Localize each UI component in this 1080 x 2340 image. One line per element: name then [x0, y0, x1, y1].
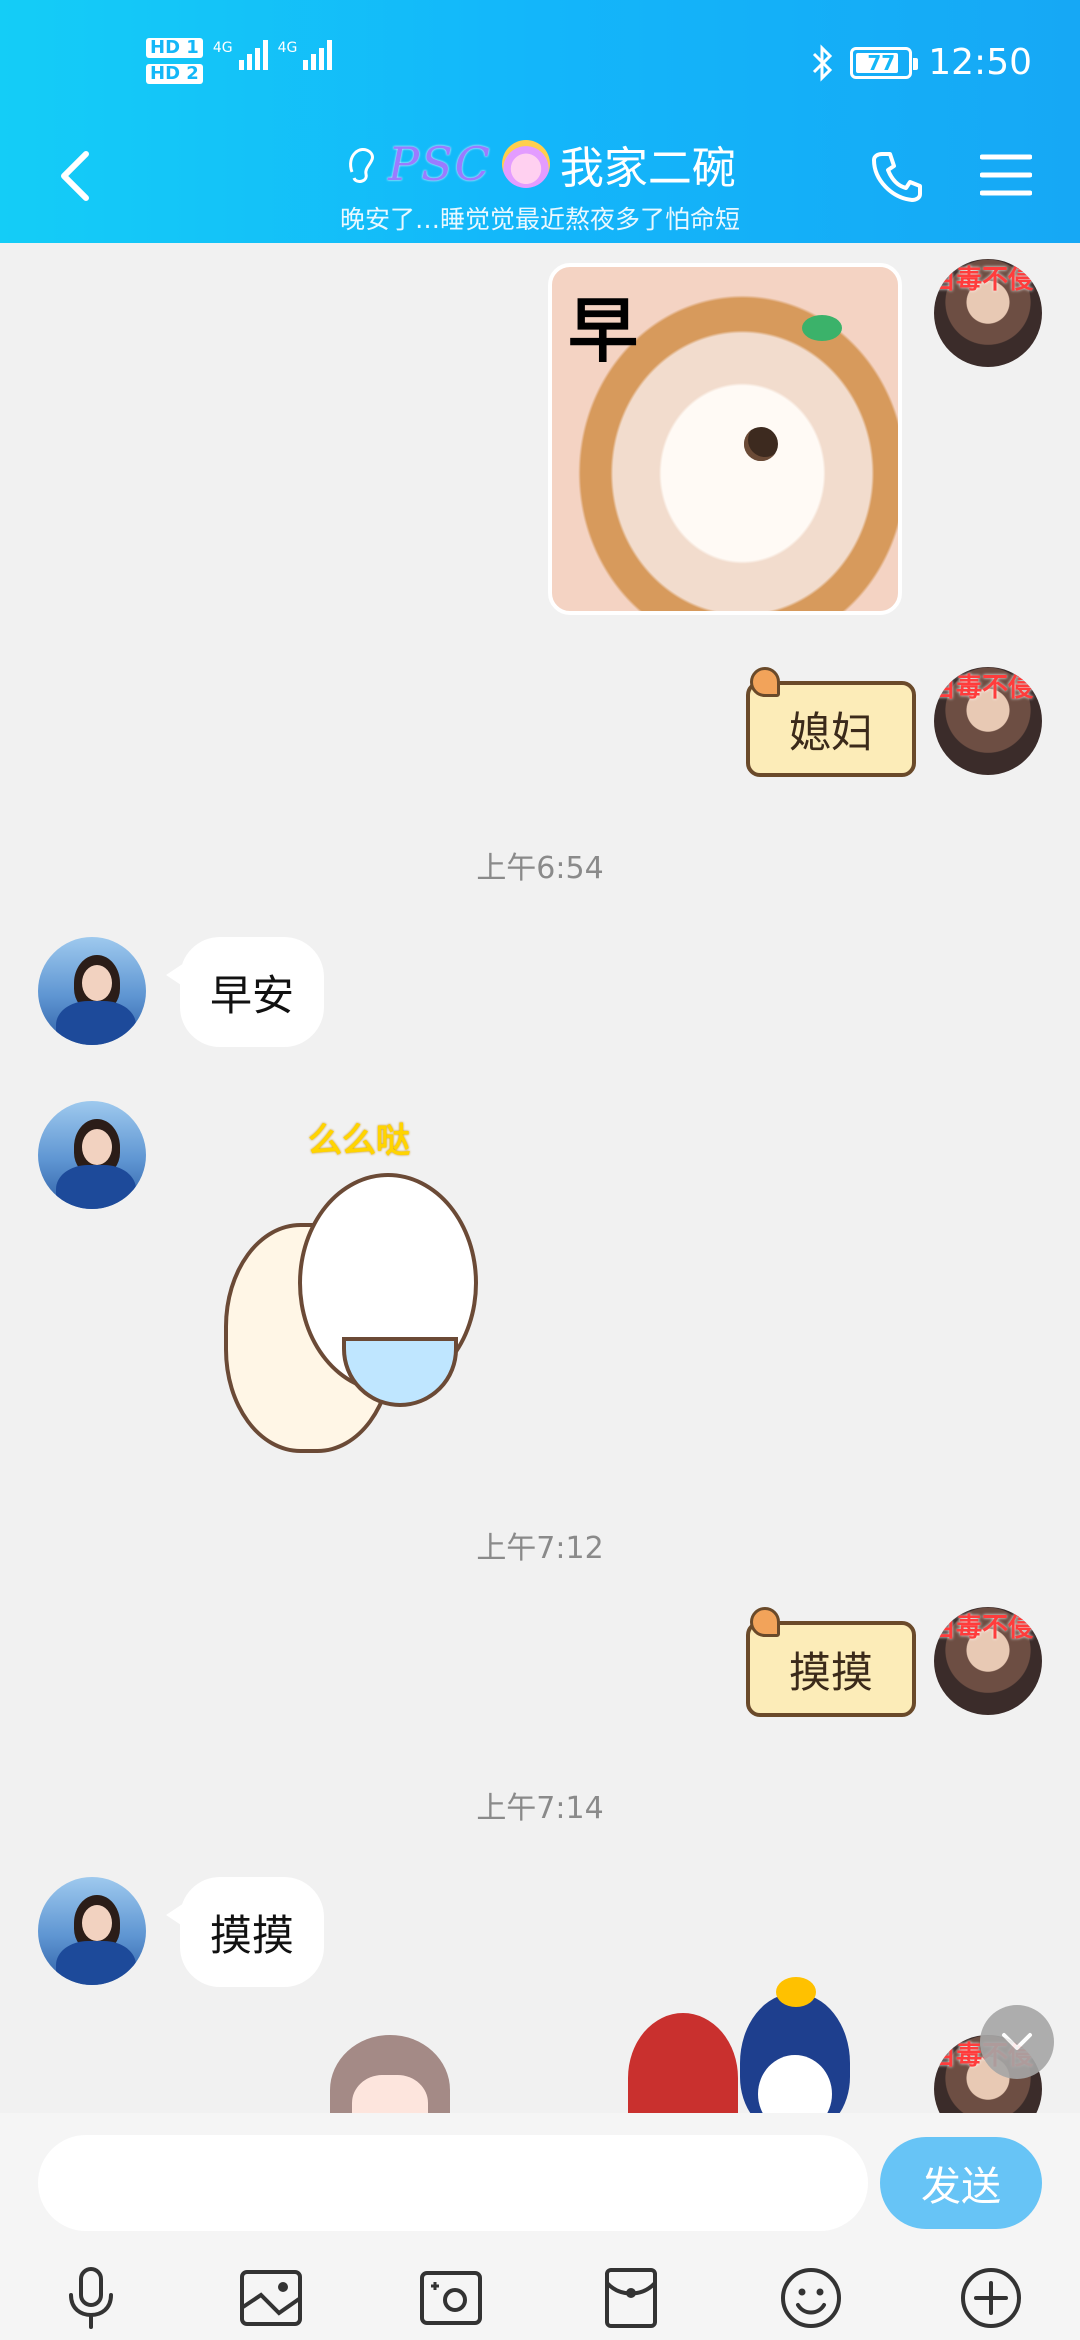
input-area: 发送: [0, 2113, 1080, 2340]
emoji-button[interactable]: [776, 2263, 846, 2333]
toolbar: [0, 2263, 1080, 2333]
mic-icon: [69, 2267, 113, 2329]
chat-header: PSC 我家二碗 晚安了…睡觉觉最近熬夜多了怕命短: [0, 130, 1080, 243]
image-icon: [240, 2270, 302, 2326]
signal-icon-sim2: 4G: [278, 40, 333, 70]
photo-sticker-text: 早: [568, 290, 638, 372]
my-avatar[interactable]: 百毒不侵: [934, 667, 1042, 775]
message-list[interactable]: 早 百毒不侵 媳妇 百毒不侵 上午6:54 早安 么么哒 上午7:12 摸摸 百…: [0, 243, 1080, 2113]
avatar-tag: 百毒不侵: [934, 265, 1035, 295]
cat-eye: [744, 427, 778, 461]
emoji-icon: [781, 2268, 841, 2328]
hd-indicators: HD 1 HD 2: [146, 38, 203, 84]
timestamp: 上午7:14: [476, 1791, 604, 1826]
voice-button[interactable]: [56, 2263, 126, 2333]
leaf-decoration: [802, 315, 842, 341]
penguin-sticker[interactable]: [740, 1977, 850, 2113]
send-button[interactable]: 发送: [880, 2137, 1042, 2229]
hd1-num: 1: [186, 37, 199, 58]
timestamp: 上午6:54: [476, 851, 604, 886]
avatar-tag: 百毒不侵: [934, 673, 1035, 703]
hd2-num: 2: [186, 63, 199, 84]
plus-icon: [961, 2268, 1021, 2328]
bluetooth-icon: [813, 43, 833, 82]
top-bar: HD 1 HD 2 4G 4G 77 12:50 PSC 我家二碗 晚安了…睡觉…: [0, 0, 1080, 243]
red-packet-button[interactable]: [596, 2263, 666, 2333]
hd2-label: HD: [150, 63, 181, 84]
hd1-label: HD: [150, 37, 181, 58]
more-button[interactable]: [956, 2263, 1026, 2333]
message-text: 摸摸: [210, 1910, 295, 1960]
cat-ear-decoration: [750, 1607, 780, 1637]
contact-signature: 晚安了…睡觉觉最近熬夜多了怕命短: [339, 205, 740, 234]
menu-icon[interactable]: [980, 152, 1032, 198]
contact-avatar[interactable]: [38, 1101, 146, 1209]
crown-icon: [501, 140, 550, 188]
anime-girl-sticker[interactable]: [330, 2035, 450, 2113]
my-avatar[interactable]: 百毒不侵: [934, 1607, 1042, 1715]
camera-icon: [420, 2271, 482, 2325]
bear-sticker-message[interactable]: 么么哒: [224, 1113, 484, 1453]
status-bar: HD 1 HD 2 4G 4G 77 12:50: [0, 0, 1080, 130]
sim2-network-type: 4G: [277, 40, 298, 56]
contact-avatar[interactable]: [38, 937, 146, 1045]
incoming-text-message[interactable]: 早安: [165, 937, 325, 1047]
message-text: 早安: [210, 970, 295, 1020]
signal-icon-sim1: 4G: [213, 40, 268, 70]
sim1-network-type: 4G: [212, 40, 233, 56]
sign-sticker-message[interactable]: 摸摸: [746, 1607, 916, 1717]
contact-prefix: PSC: [388, 137, 492, 191]
image-button[interactable]: [236, 2263, 306, 2333]
red-packet-icon: [605, 2268, 657, 2328]
avatar-tag: 百毒不侵: [934, 1613, 1035, 1643]
phone-icon[interactable]: [870, 148, 924, 202]
message-input[interactable]: [38, 2135, 868, 2231]
camera-button[interactable]: [416, 2263, 486, 2333]
chevron-down-icon: [1002, 2033, 1032, 2050]
contact-avatar[interactable]: [38, 1877, 146, 1985]
cat-ear-decoration: [750, 667, 780, 697]
my-avatar[interactable]: 百毒不侵: [934, 259, 1042, 367]
timestamp: 上午7:12: [476, 1531, 604, 1566]
sign-sticker-message[interactable]: 媳妇: [746, 667, 916, 777]
clock: 12:50: [928, 42, 1032, 83]
battery-icon: 77: [850, 46, 919, 79]
contact-name: 我家二碗: [559, 143, 736, 194]
ear-icon: [349, 148, 375, 183]
bear-sticker-text: 么么哒: [308, 1121, 410, 1161]
photo-sticker-message[interactable]: 早: [548, 263, 902, 615]
battery-level: 77: [867, 50, 896, 75]
scroll-to-bottom-button[interactable]: [980, 2005, 1054, 2079]
incoming-text-message[interactable]: 摸摸: [165, 1877, 325, 1987]
cat-girl-sticker[interactable]: [628, 2013, 738, 2113]
